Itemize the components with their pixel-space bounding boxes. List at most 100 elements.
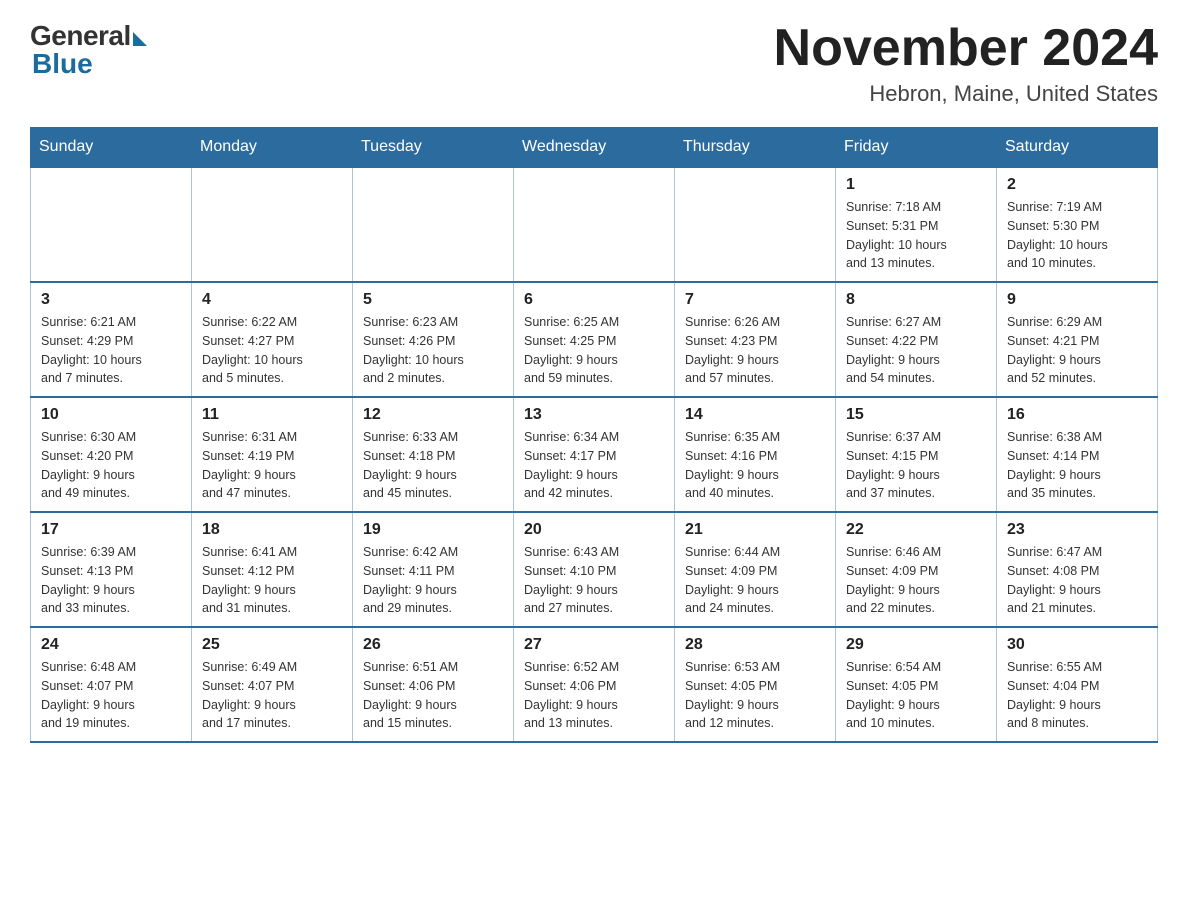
day-info: Sunrise: 6:41 AMSunset: 4:12 PMDaylight:…	[202, 543, 342, 618]
calendar-week-row: 24 Sunrise: 6:48 AMSunset: 4:07 PMDayligh…	[31, 627, 1158, 742]
day-info: Sunrise: 6:21 AMSunset: 4:29 PMDaylight:…	[41, 313, 181, 388]
weekday-header-sunday: Sunday	[31, 128, 192, 168]
calendar-cell: 19 Sunrise: 6:42 AMSunset: 4:11 PMDayligh…	[353, 512, 514, 627]
day-number: 3	[41, 291, 181, 309]
day-info: Sunrise: 6:33 AMSunset: 4:18 PMDaylight:…	[363, 428, 503, 503]
calendar-cell: 11 Sunrise: 6:31 AMSunset: 4:19 PMDayligh…	[192, 397, 353, 512]
day-info: Sunrise: 6:53 AMSunset: 4:05 PMDaylight:…	[685, 658, 825, 733]
calendar-cell: 25 Sunrise: 6:49 AMSunset: 4:07 PMDayligh…	[192, 627, 353, 742]
title-section: November 2024 Hebron, Maine, United Stat…	[774, 20, 1158, 107]
day-number: 10	[41, 406, 181, 424]
weekday-header-saturday: Saturday	[997, 128, 1158, 168]
calendar-cell: 24 Sunrise: 6:48 AMSunset: 4:07 PMDayligh…	[31, 627, 192, 742]
day-number: 25	[202, 636, 342, 654]
day-info: Sunrise: 6:34 AMSunset: 4:17 PMDaylight:…	[524, 428, 664, 503]
day-number: 28	[685, 636, 825, 654]
day-number: 21	[685, 521, 825, 539]
day-number: 1	[846, 176, 986, 194]
day-number: 7	[685, 291, 825, 309]
calendar-cell	[675, 167, 836, 282]
day-info: Sunrise: 6:49 AMSunset: 4:07 PMDaylight:…	[202, 658, 342, 733]
weekday-header-friday: Friday	[836, 128, 997, 168]
calendar-cell: 23Sunrise: 6:47 AMSunset: 4:08 PMDayligh…	[997, 512, 1158, 627]
day-info: Sunrise: 6:52 AMSunset: 4:06 PMDaylight:…	[524, 658, 664, 733]
day-number: 29	[846, 636, 986, 654]
calendar-cell: 13 Sunrise: 6:34 AMSunset: 4:17 PMDayligh…	[514, 397, 675, 512]
day-number: 20	[524, 521, 664, 539]
day-info: Sunrise: 6:37 AMSunset: 4:15 PMDaylight:…	[846, 428, 986, 503]
day-info: Sunrise: 6:55 AMSunset: 4:04 PMDaylight:…	[1007, 658, 1147, 733]
day-number: 16	[1007, 406, 1147, 424]
calendar-week-row: 17 Sunrise: 6:39 AMSunset: 4:13 PMDayligh…	[31, 512, 1158, 627]
day-info: Sunrise: 6:26 AMSunset: 4:23 PMDaylight:…	[685, 313, 825, 388]
location-text: Hebron, Maine, United States	[774, 81, 1158, 107]
weekday-header-tuesday: Tuesday	[353, 128, 514, 168]
day-info: Sunrise: 6:42 AMSunset: 4:11 PMDaylight:…	[363, 543, 503, 618]
day-number: 6	[524, 291, 664, 309]
day-info: Sunrise: 6:38 AMSunset: 4:14 PMDaylight:…	[1007, 428, 1147, 503]
calendar-cell: 16 Sunrise: 6:38 AMSunset: 4:14 PMDayligh…	[997, 397, 1158, 512]
calendar-cell: 3 Sunrise: 6:21 AMSunset: 4:29 PMDaylight…	[31, 282, 192, 397]
calendar-cell	[192, 167, 353, 282]
day-info: Sunrise: 6:48 AMSunset: 4:07 PMDaylight:…	[41, 658, 181, 733]
logo-blue-text: Blue	[32, 48, 93, 80]
day-number: 23	[1007, 521, 1147, 539]
day-info: Sunrise: 6:43 AMSunset: 4:10 PMDaylight:…	[524, 543, 664, 618]
month-title: November 2024	[774, 20, 1158, 77]
day-info: Sunrise: 6:27 AMSunset: 4:22 PMDaylight:…	[846, 313, 986, 388]
day-info: Sunrise: 7:18 AMSunset: 5:31 PMDaylight:…	[846, 198, 986, 273]
calendar-cell: 10Sunrise: 6:30 AMSunset: 4:20 PMDayligh…	[31, 397, 192, 512]
day-number: 19	[363, 521, 503, 539]
day-number: 13	[524, 406, 664, 424]
day-number: 22	[846, 521, 986, 539]
day-info: Sunrise: 6:22 AMSunset: 4:27 PMDaylight:…	[202, 313, 342, 388]
day-number: 2	[1007, 176, 1147, 194]
day-info: Sunrise: 6:39 AMSunset: 4:13 PMDaylight:…	[41, 543, 181, 618]
calendar-cell: 4 Sunrise: 6:22 AMSunset: 4:27 PMDaylight…	[192, 282, 353, 397]
calendar-cell: 26Sunrise: 6:51 AMSunset: 4:06 PMDayligh…	[353, 627, 514, 742]
day-info: Sunrise: 6:25 AMSunset: 4:25 PMDaylight:…	[524, 313, 664, 388]
day-number: 27	[524, 636, 664, 654]
logo: General Blue	[30, 20, 147, 80]
calendar-cell: 30Sunrise: 6:55 AMSunset: 4:04 PMDayligh…	[997, 627, 1158, 742]
day-number: 12	[363, 406, 503, 424]
calendar-week-row: 10Sunrise: 6:30 AMSunset: 4:20 PMDayligh…	[31, 397, 1158, 512]
calendar-cell: 14Sunrise: 6:35 AMSunset: 4:16 PMDayligh…	[675, 397, 836, 512]
day-number: 9	[1007, 291, 1147, 309]
calendar-cell: 21 Sunrise: 6:44 AMSunset: 4:09 PMDayligh…	[675, 512, 836, 627]
calendar-cell: 7 Sunrise: 6:26 AMSunset: 4:23 PMDaylight…	[675, 282, 836, 397]
calendar-cell: 12 Sunrise: 6:33 AMSunset: 4:18 PMDayligh…	[353, 397, 514, 512]
day-number: 24	[41, 636, 181, 654]
calendar-cell: 29Sunrise: 6:54 AMSunset: 4:05 PMDayligh…	[836, 627, 997, 742]
calendar-table: SundayMondayTuesdayWednesdayThursdayFrid…	[30, 127, 1158, 743]
page-header: General Blue November 2024 Hebron, Maine…	[30, 20, 1158, 107]
weekday-header-wednesday: Wednesday	[514, 128, 675, 168]
day-info: Sunrise: 6:31 AMSunset: 4:19 PMDaylight:…	[202, 428, 342, 503]
logo-arrow-icon	[133, 32, 147, 46]
day-number: 18	[202, 521, 342, 539]
calendar-cell: 28 Sunrise: 6:53 AMSunset: 4:05 PMDayligh…	[675, 627, 836, 742]
day-info: Sunrise: 6:29 AMSunset: 4:21 PMDaylight:…	[1007, 313, 1147, 388]
calendar-cell	[353, 167, 514, 282]
day-number: 8	[846, 291, 986, 309]
day-number: 5	[363, 291, 503, 309]
calendar-cell	[514, 167, 675, 282]
calendar-cell: 22Sunrise: 6:46 AMSunset: 4:09 PMDayligh…	[836, 512, 997, 627]
day-number: 17	[41, 521, 181, 539]
day-info: Sunrise: 6:35 AMSunset: 4:16 PMDaylight:…	[685, 428, 825, 503]
calendar-cell: 15Sunrise: 6:37 AMSunset: 4:15 PMDayligh…	[836, 397, 997, 512]
calendar-cell: 1 Sunrise: 7:18 AMSunset: 5:31 PMDaylight…	[836, 167, 997, 282]
calendar-cell: 9 Sunrise: 6:29 AMSunset: 4:21 PMDaylight…	[997, 282, 1158, 397]
calendar-cell: 20 Sunrise: 6:43 AMSunset: 4:10 PMDayligh…	[514, 512, 675, 627]
calendar-cell: 8 Sunrise: 6:27 AMSunset: 4:22 PMDaylight…	[836, 282, 997, 397]
calendar-cell: 2 Sunrise: 7:19 AMSunset: 5:30 PMDaylight…	[997, 167, 1158, 282]
day-number: 11	[202, 406, 342, 424]
day-info: Sunrise: 6:44 AMSunset: 4:09 PMDaylight:…	[685, 543, 825, 618]
calendar-cell: 6 Sunrise: 6:25 AMSunset: 4:25 PMDaylight…	[514, 282, 675, 397]
calendar-week-row: 1 Sunrise: 7:18 AMSunset: 5:31 PMDaylight…	[31, 167, 1158, 282]
weekday-header-thursday: Thursday	[675, 128, 836, 168]
weekday-header-row: SundayMondayTuesdayWednesdayThursdayFrid…	[31, 128, 1158, 168]
day-number: 4	[202, 291, 342, 309]
day-info: Sunrise: 7:19 AMSunset: 5:30 PMDaylight:…	[1007, 198, 1147, 273]
calendar-cell: 27 Sunrise: 6:52 AMSunset: 4:06 PMDayligh…	[514, 627, 675, 742]
